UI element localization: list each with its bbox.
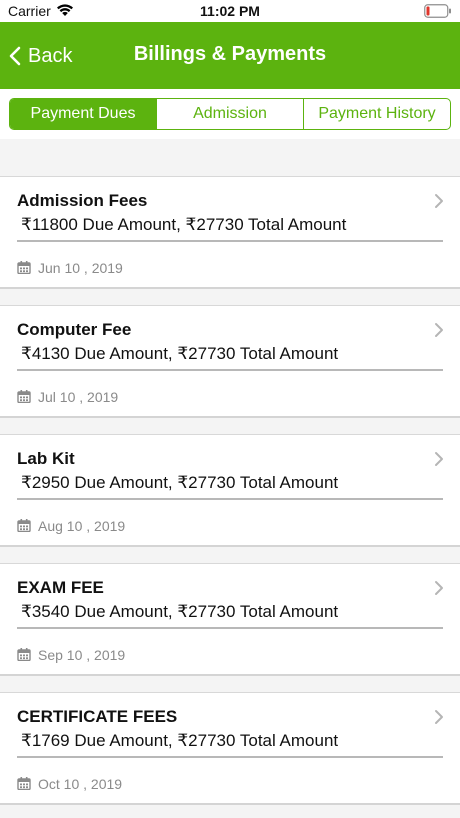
calendar-icon: [17, 777, 31, 790]
segmented-control: Payment Dues Admission Payment History: [9, 98, 451, 130]
due-item-certificate-fees[interactable]: CERTIFICATE FEES ₹1769 Due Amount, ₹2773…: [0, 693, 460, 805]
due-item-computer-fee[interactable]: Computer Fee ₹4130 Due Amount, ₹27730 To…: [0, 306, 460, 418]
tab-admission[interactable]: Admission: [157, 99, 304, 129]
due-item-admission-fees[interactable]: Admission Fees ₹11800 Due Amount, ₹27730…: [0, 177, 460, 289]
due-item-date: Sep 10 , 2019: [38, 647, 126, 663]
divider: [17, 369, 443, 371]
chevron-right-icon: [435, 323, 443, 337]
calendar-icon: [17, 648, 31, 661]
chevron-right-icon: [435, 710, 443, 724]
due-item-amounts: ₹4130 Due Amount, ₹27730 Total Amount: [21, 344, 339, 363]
chevron-right-icon: [435, 452, 443, 466]
due-item-date: Jul 10 , 2019: [38, 389, 119, 405]
status-bar: Carrier 11:02 PM: [0, 0, 460, 22]
battery-icon: [424, 4, 451, 18]
divider: [17, 627, 443, 629]
calendar-icon: [17, 390, 31, 403]
due-item-name: CERTIFICATE FEES: [17, 707, 178, 726]
due-item-lab-kit[interactable]: Lab Kit ₹2950 Due Amount, ₹27730 Total A…: [0, 435, 460, 547]
due-item-amounts: ₹1769 Due Amount, ₹27730 Total Amount: [21, 731, 339, 750]
list-top-spacer: [0, 139, 460, 177]
calendar-icon: [17, 261, 31, 274]
chevron-right-icon: [435, 194, 443, 208]
due-item-date: Jun 10 , 2019: [38, 260, 123, 276]
due-item-date: Aug 10 , 2019: [38, 518, 126, 534]
divider: [17, 756, 443, 758]
list-spacer: [0, 676, 460, 693]
due-item-amounts: ₹3540 Due Amount, ₹27730 Total Amount: [21, 602, 339, 621]
due-item-date: Oct 10 , 2019: [38, 776, 123, 792]
divider: [17, 498, 443, 500]
tab-bar-container: Payment Dues Admission Payment History: [0, 89, 460, 139]
due-item-name: EXAM FEE: [17, 578, 104, 597]
chevron-right-icon: [435, 581, 443, 595]
navigation-bar: Back Billings & Payments: [0, 22, 460, 89]
clock: 11:02 PM: [200, 3, 260, 19]
tab-payment-history[interactable]: Payment History: [304, 99, 450, 129]
tab-payment-dues[interactable]: Payment Dues: [10, 99, 157, 129]
dues-list: Admission Fees ₹11800 Due Amount, ₹27730…: [0, 139, 460, 805]
list-spacer: [0, 289, 460, 306]
calendar-icon: [17, 519, 31, 532]
page-title: Billings & Payments: [133, 43, 327, 65]
list-spacer: [0, 418, 460, 435]
list-spacer: [0, 547, 460, 564]
due-item-amounts: ₹2950 Due Amount, ₹27730 Total Amount: [21, 473, 339, 492]
due-item-exam-fee[interactable]: EXAM FEE ₹3540 Due Amount, ₹27730 Total …: [0, 564, 460, 676]
due-item-name: Lab Kit: [17, 449, 75, 468]
due-item-name: Computer Fee: [17, 320, 132, 339]
due-item-amounts: ₹11800 Due Amount, ₹27730 Total Amount: [21, 215, 347, 234]
divider: [17, 240, 443, 242]
due-item-name: Admission Fees: [17, 191, 148, 210]
